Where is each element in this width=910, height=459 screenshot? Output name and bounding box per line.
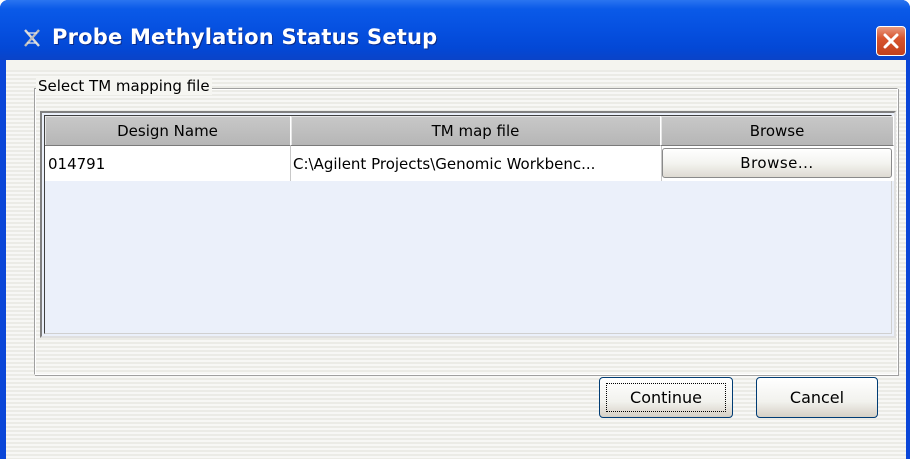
browse-button[interactable]: Browse... <box>662 148 892 178</box>
close-button[interactable] <box>876 26 906 56</box>
column-header-design-name[interactable]: Design Name <box>45 116 291 146</box>
continue-button[interactable]: Continue <box>599 377 733 418</box>
mapping-table: Design Name TM map file Browse 014791 C:… <box>40 111 896 338</box>
cancel-button[interactable]: Cancel <box>756 377 878 418</box>
helix-icon <box>24 29 40 47</box>
column-header-tm-map-file[interactable]: TM map file <box>291 116 661 146</box>
group-label: Select TM mapping file <box>36 77 212 95</box>
title-bar[interactable]: Probe Methylation Status Setup <box>0 0 910 60</box>
focus-indicator <box>606 383 726 412</box>
tm-map-file-cell[interactable]: C:\Agilent Projects\Genomic Workbenc... <box>291 146 662 181</box>
design-name-cell[interactable]: 014791 <box>45 146 291 181</box>
dialog-body: Select TM mapping file Design Name TM ma… <box>6 60 906 459</box>
window-title: Probe Methylation Status Setup <box>52 25 438 49</box>
column-header-browse[interactable]: Browse <box>661 116 894 146</box>
cancel-label: Cancel <box>789 388 845 407</box>
table-row[interactable]: 014791 C:\Agilent Projects\Genomic Workb… <box>45 146 894 181</box>
close-icon <box>883 33 899 49</box>
dialog-window: Probe Methylation Status Setup Select TM… <box>0 0 910 459</box>
